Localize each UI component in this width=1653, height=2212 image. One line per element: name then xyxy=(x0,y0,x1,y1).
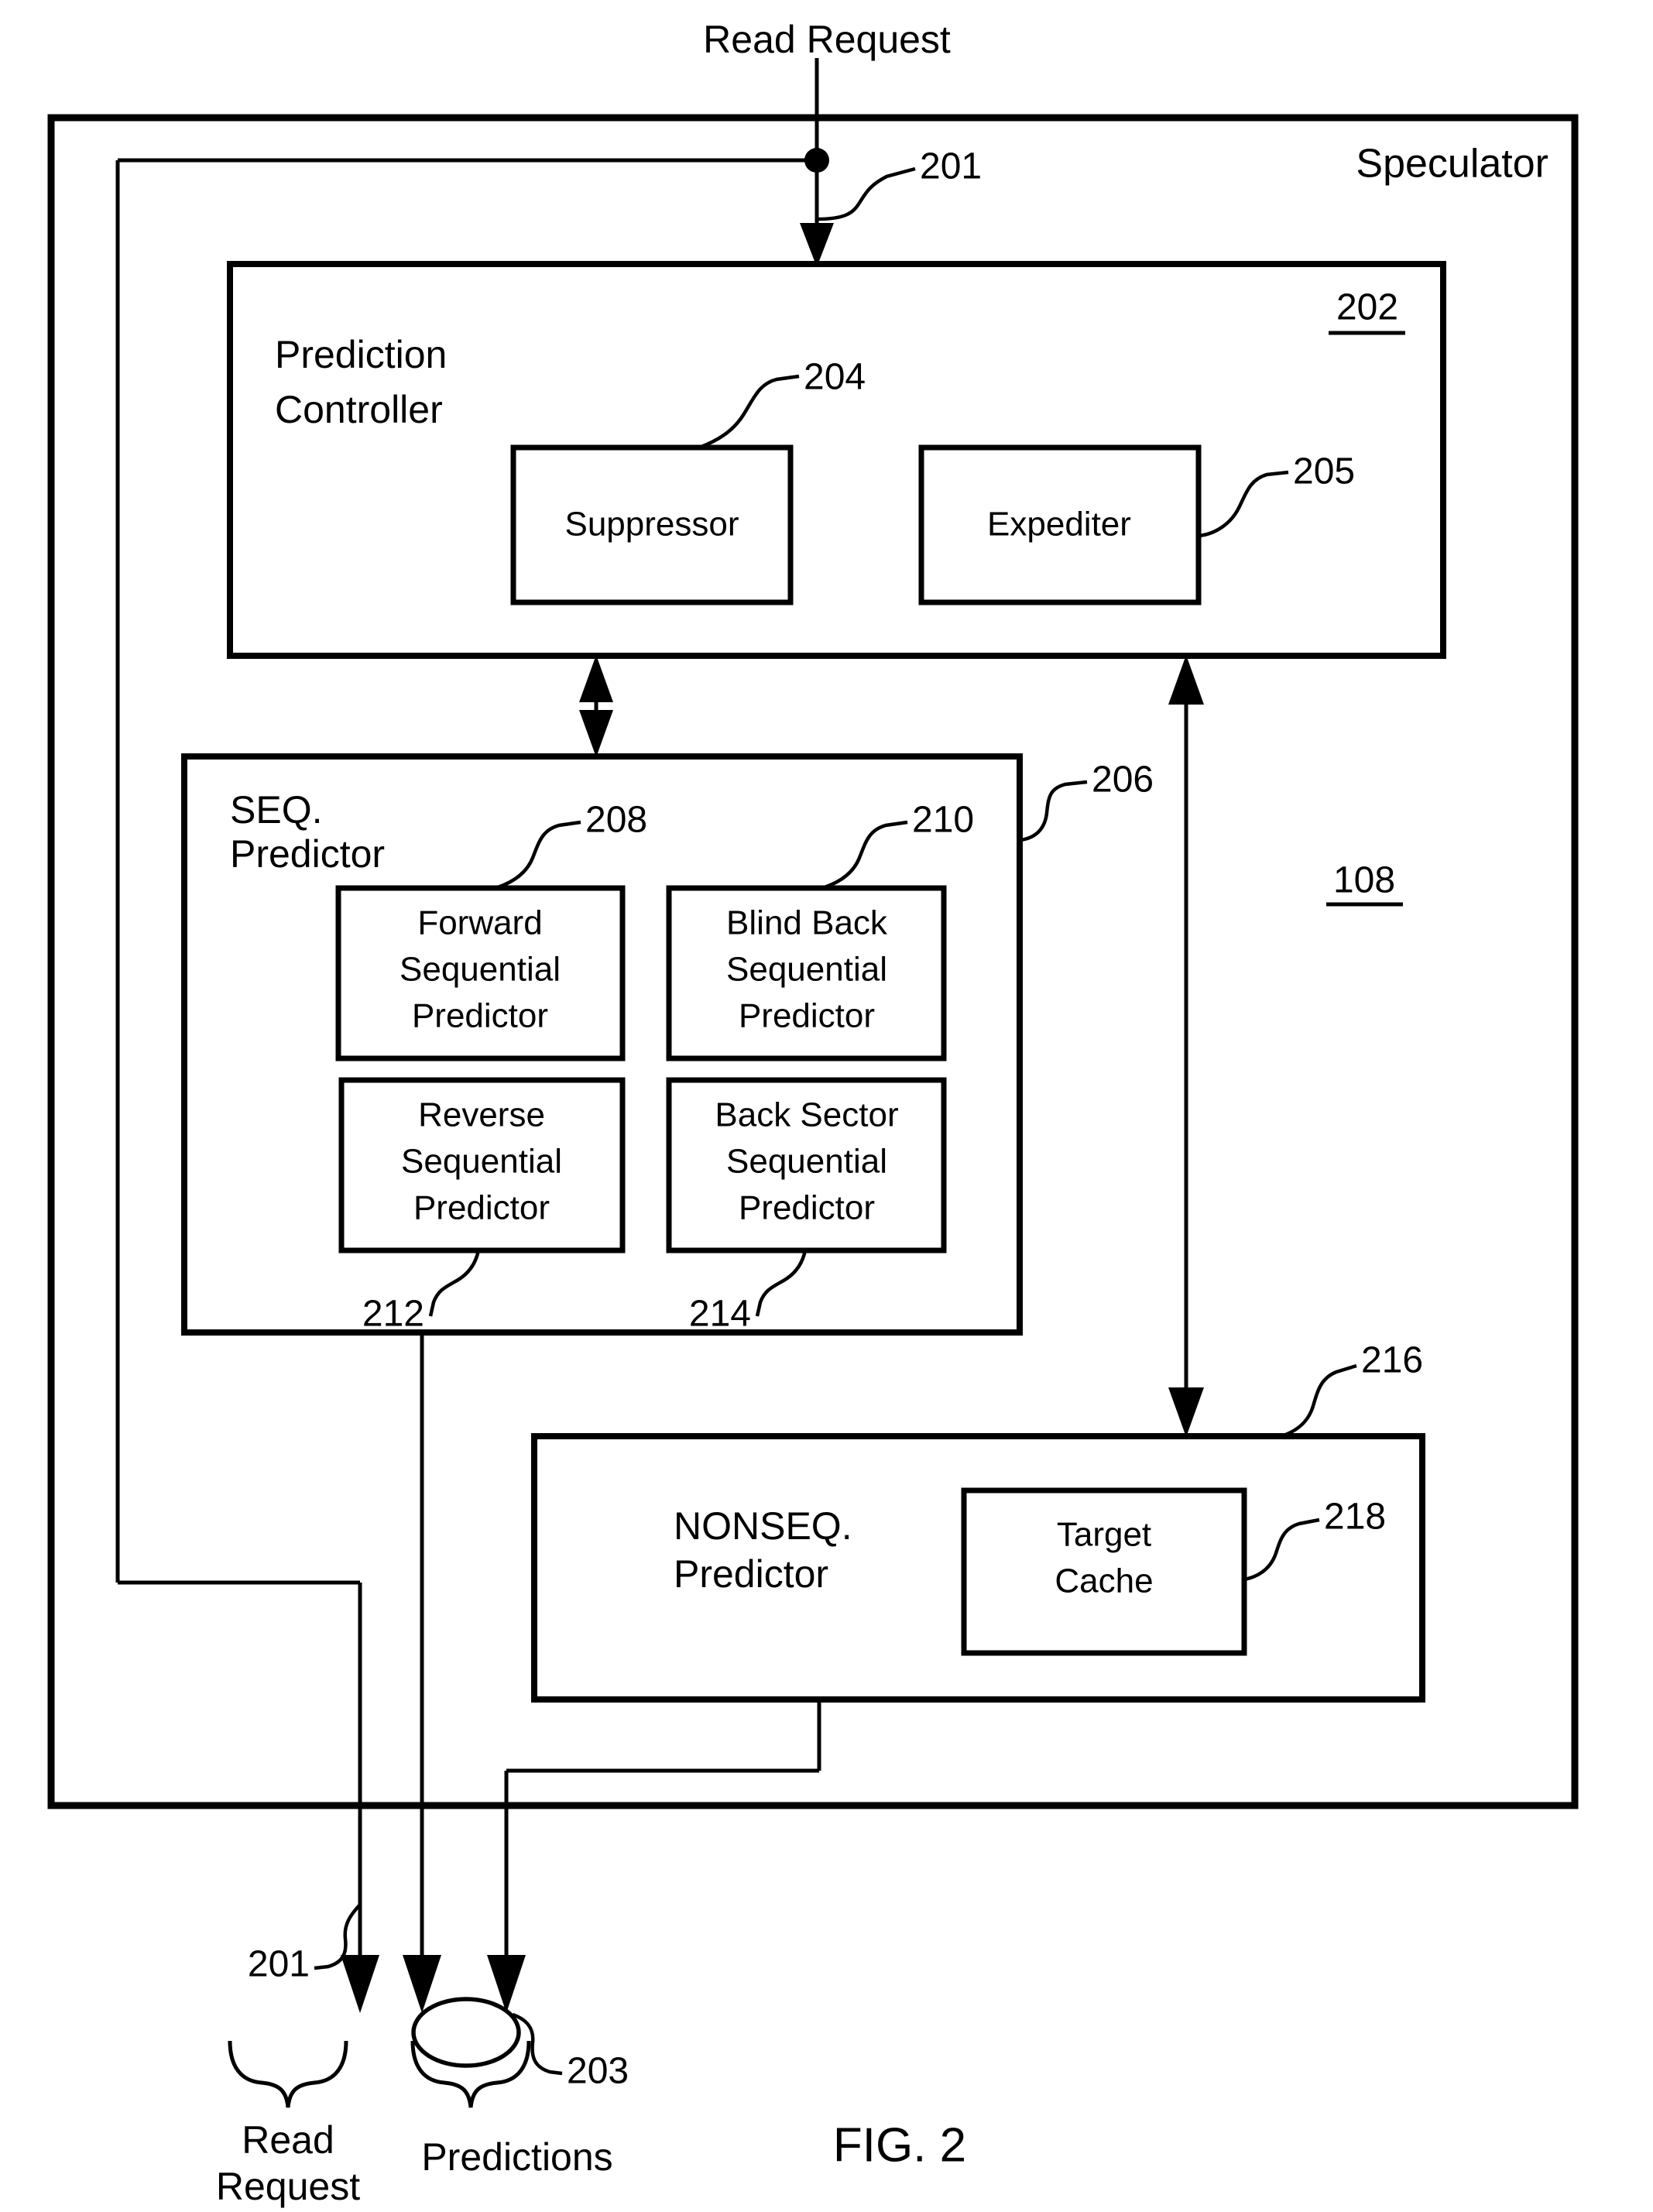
pc-nonseq-arrow-head-up xyxy=(1168,655,1204,705)
ref-206-leader-group xyxy=(1020,780,1088,842)
blind-back-sequential-predictor-line2: Sequential xyxy=(726,951,887,989)
read-request-output-line2: Request xyxy=(216,2165,360,2208)
nonseq-predictor-title-line2: Predictor xyxy=(674,1552,828,1596)
ref-212-leader xyxy=(428,1250,481,1317)
patent-figure: 201 Read Request Speculator 108 Predicti… xyxy=(0,0,1653,2212)
target-cache-line2: Cache xyxy=(1055,1562,1153,1600)
read-request-brace xyxy=(228,2040,348,2108)
ref-201-top-leader xyxy=(816,166,916,221)
prediction-controller-title-line2: Controller xyxy=(275,388,443,431)
ref-202-label: 202 xyxy=(1336,287,1398,328)
ref-210-label: 210 xyxy=(912,800,974,841)
back-sector-sequential-predictor-line1: Back Sector xyxy=(715,1096,898,1134)
figure-caption: FIG. 2 xyxy=(833,2118,966,2172)
ref-218-label: 218 xyxy=(1324,1497,1386,1538)
ref-204-leader-group xyxy=(698,374,800,450)
reverse-sequential-predictor-line2: Sequential xyxy=(401,1143,562,1181)
ref-218-leader xyxy=(1243,1518,1320,1582)
ref-208-label: 208 xyxy=(585,800,647,841)
ref-212-leader-group xyxy=(428,1250,481,1317)
ref-108-label: 108 xyxy=(1333,860,1395,901)
ref-216-leader xyxy=(1281,1363,1357,1439)
ref-214-leader-group xyxy=(755,1250,808,1317)
expediter-label: Expediter xyxy=(987,506,1131,544)
blind-back-sequential-predictor-line1: Blind Back xyxy=(726,904,888,942)
pc-nonseq-arrow-head-down xyxy=(1168,1387,1204,1437)
pc-seq-double-arrow xyxy=(579,655,613,757)
ref-202-group: 202 xyxy=(1329,287,1405,335)
ref-206-label: 206 xyxy=(1092,760,1154,801)
pc-seq-arrow-head-up xyxy=(579,655,613,702)
ref-203-leader-group xyxy=(512,2012,563,2076)
seq-predictor-title-line2: Predictor xyxy=(230,832,385,876)
forward-sequential-predictor-line3: Predictor xyxy=(412,997,548,1035)
ref-214-label: 214 xyxy=(689,1294,751,1335)
prediction-controller-box xyxy=(227,261,1446,659)
prediction-controller-title-line1: Prediction xyxy=(275,333,447,376)
nonseq-predictor-box xyxy=(531,1433,1425,1703)
back-sector-sequential-predictor-line2: Sequential xyxy=(726,1143,887,1181)
ref-205-label: 205 xyxy=(1293,451,1355,492)
seq-predictions-output-group xyxy=(403,1332,441,2013)
pc-seq-arrow-head-down xyxy=(579,710,613,757)
back-sector-sequential-predictor-line3: Predictor xyxy=(739,1189,875,1227)
ref-208-leader-group xyxy=(495,820,581,890)
seq-predictor-title-line1: SEQ. xyxy=(230,788,322,832)
reverse-sequential-predictor-line1: Reverse xyxy=(418,1096,545,1134)
ref-201-top-label: 201 xyxy=(920,146,982,187)
read-request-brace-group xyxy=(228,2040,348,2108)
pc-nonseq-double-arrow xyxy=(1168,655,1204,1437)
nonseq-predictor-title-line1: NONSEQ. xyxy=(674,1504,852,1548)
target-cache-line1: Target xyxy=(1057,1516,1151,1554)
forward-sequential-predictor-line2: Sequential xyxy=(400,951,561,989)
ref-204-leader xyxy=(698,374,800,450)
speculator-label: Speculator xyxy=(1356,142,1548,187)
ref-210-leader-group xyxy=(821,820,908,890)
predictions-output-label: Predictions xyxy=(421,2135,612,2179)
ref-212-label: 212 xyxy=(362,1294,424,1335)
ref-205-leader-group xyxy=(1198,470,1289,538)
ref-206-leader xyxy=(1020,780,1088,842)
ref-218-leader-group xyxy=(1243,1518,1320,1582)
predictions-crossover-ellipse xyxy=(411,1997,521,2068)
ref-216-label: 216 xyxy=(1361,1340,1423,1381)
read-request-output-arrowhead xyxy=(341,1955,379,2013)
figure-2-block-diagram: 201 Read Request Speculator 108 Predicti… xyxy=(47,18,1579,2208)
reverse-sequential-predictor-line3: Predictor xyxy=(413,1189,550,1227)
ref-204-label: 204 xyxy=(804,357,866,398)
ref-203-leader xyxy=(512,2012,563,2076)
read-request-input-label: Read Request xyxy=(703,18,951,61)
nonseq-predictions-output-group xyxy=(487,1699,821,2013)
ref-201-top-leader-group xyxy=(816,166,916,221)
blind-back-sequential-predictor-line3: Predictor xyxy=(739,997,875,1035)
read-request-arrowhead xyxy=(800,223,834,267)
ref-205-leader xyxy=(1198,470,1289,538)
forward-sequential-predictor-line1: Forward xyxy=(417,904,542,942)
suppressor-label: Suppressor xyxy=(564,506,739,544)
ref-208-leader xyxy=(495,820,581,890)
ref-108-group: 108 xyxy=(1326,860,1403,907)
read-request-output-line1: Read xyxy=(242,2118,334,2162)
ref-201-bottom-label: 201 xyxy=(248,1944,310,1985)
ref-214-leader xyxy=(755,1250,808,1317)
ref-210-leader xyxy=(821,820,908,890)
ref-203-label: 203 xyxy=(567,2051,629,2092)
read-request-input-group xyxy=(115,58,834,2013)
ref-216-leader-group xyxy=(1281,1363,1357,1439)
